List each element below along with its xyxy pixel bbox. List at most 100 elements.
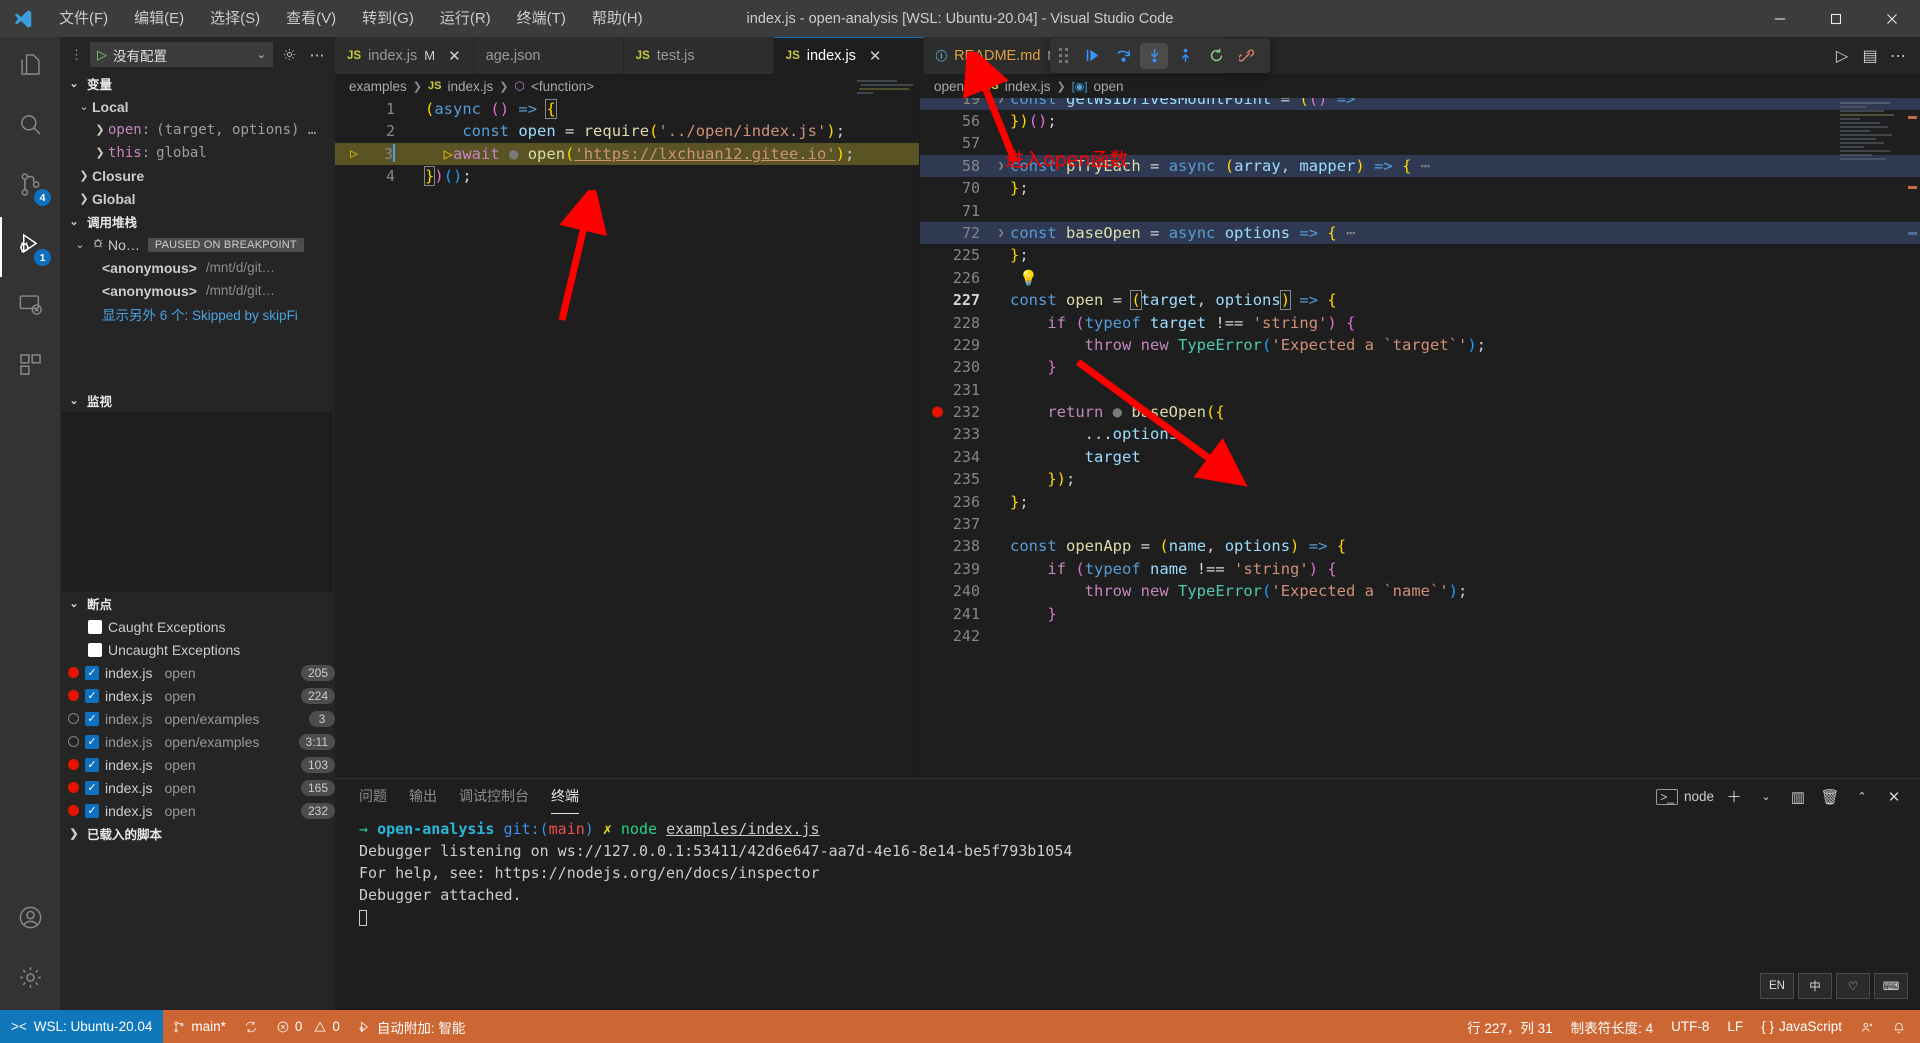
callstack-header[interactable]: ⌄ 调用堆栈 (60, 210, 335, 233)
variable-open[interactable]: ❯ open: (target, options) … (60, 118, 335, 141)
code-content-right[interactable]: 19 ❯ const getWsIDrivesMountPoint = (() … (920, 98, 1920, 778)
more-icon[interactable]: ⋯ (1886, 44, 1910, 68)
notifications-status[interactable] (1883, 1010, 1920, 1043)
close-button[interactable] (1864, 0, 1920, 37)
code-line[interactable]: 228 if (typeof target !== 'string') { (920, 312, 1920, 334)
tab-index-js-1[interactable]: JS index.js M ✕ (335, 37, 474, 74)
sync-status[interactable] (235, 1010, 267, 1043)
loaded-scripts-header[interactable]: ❯ 已载入的脚本 (60, 822, 335, 845)
breadcrumb-right[interactable]: open ❯ JS index.js ❯ [◉] open (920, 74, 1920, 98)
git-branch-status[interactable]: main* (163, 1010, 235, 1043)
code-line[interactable]: 229 throw new TypeError('Expected a `tar… (920, 334, 1920, 356)
code-line[interactable]: 71 (920, 200, 1920, 222)
code-line[interactable]: 1 (async () => { (335, 98, 919, 120)
callstack-session[interactable]: ⌄ No… PAUSED ON BREAKPOINT (60, 233, 335, 256)
code-line[interactable]: 226 💡 (920, 267, 1920, 289)
code-line[interactable]: 2 const open = require('../open/index.js… (335, 120, 919, 142)
launch-configuration-select[interactable]: ▷ 没有配置 ⌄ (90, 42, 273, 67)
code-line[interactable]: 241 } (920, 603, 1920, 625)
menu-help[interactable]: 帮助(H) (579, 0, 656, 37)
breadcrumb-file[interactable]: index.js (447, 79, 493, 94)
breakpoint-item[interactable]: ✓ index.js open 224 (60, 684, 335, 707)
menu-selection[interactable]: 选择(S) (197, 0, 273, 37)
ime-keyboard-button[interactable]: ⌨ (1874, 973, 1908, 999)
terminal-output[interactable]: → open-analysis git:(main) ✗ node exampl… (335, 814, 1920, 1010)
tab-package-json[interactable]: age.json (473, 37, 624, 74)
checkbox-icon[interactable]: ✓ (85, 780, 99, 795)
ime-chinese-button[interactable]: 中 (1798, 973, 1832, 999)
breadcrumb-symbol[interactable]: open (1093, 79, 1123, 94)
code-line[interactable]: 70 }; (920, 177, 1920, 199)
code-line[interactable]: 230 } (920, 356, 1920, 378)
code-line-breakpoint[interactable]: ▷ 3 ▷await ● open('https://lxchuan12.gite… (335, 142, 919, 166)
watch-body[interactable] (62, 412, 333, 592)
split-editor-icon[interactable]: ▤ (1858, 44, 1882, 68)
breakpoint-item[interactable]: ✓ index.js open 232 (60, 799, 335, 822)
cursor-position-status[interactable]: 行 227，列 31 (1458, 1010, 1562, 1043)
lightbulb-icon[interactable]: 💡 (1019, 269, 1038, 287)
breadcrumb-folder[interactable]: open (934, 79, 964, 94)
step-into-button[interactable] (1140, 42, 1168, 69)
maximize-button[interactable] (1808, 0, 1864, 37)
breakpoint-dot-icon[interactable] (932, 406, 943, 418)
breakpoint-item[interactable]: ✓ index.js open/examples 3 (60, 707, 335, 730)
code-line[interactable]: 56 })(); (920, 110, 1920, 132)
drag-handle-icon[interactable] (1059, 47, 1071, 64)
variables-scope-global[interactable]: ❯ Global (60, 187, 335, 210)
close-icon[interactable]: ✕ (869, 47, 882, 65)
problems-status[interactable]: 0 0 (267, 1010, 349, 1043)
breakpoints-header[interactable]: ⌄ 断点 (60, 592, 335, 615)
code-line[interactable]: 19 ❯ const getWsIDrivesMountPoint = (() … (920, 98, 1920, 110)
close-icon[interactable]: ✕ (448, 47, 461, 65)
indentation-status[interactable]: 制表符长度: 4 (1562, 1010, 1663, 1043)
fold-indicator[interactable]: ❯ (992, 98, 1010, 110)
editor-scrollbar-right[interactable] (1907, 74, 1919, 778)
breakpoint-uncaught-exceptions[interactable]: Uncaught Exceptions (60, 638, 335, 661)
variables-scope-closure[interactable]: ❯ Closure (60, 164, 335, 187)
variables-header[interactable]: ⌄ 变量 (60, 72, 335, 95)
close-icon[interactable]: ✕ (1882, 785, 1906, 809)
terminal-selector[interactable]: >_ node (1656, 788, 1714, 805)
code-line[interactable]: 238 const openApp = (name, options) => { (920, 535, 1920, 557)
code-content-left[interactable]: 1 (async () => { 2 const open = require(… (335, 98, 919, 778)
code-line-current[interactable]: 227 const open = (target, options) => { (920, 289, 1920, 311)
checkbox-icon[interactable]: ✓ (85, 665, 99, 680)
breakpoint-item[interactable]: ✓ index.js open 103 (60, 753, 335, 776)
disconnect-button[interactable] (1233, 43, 1261, 69)
debug-more-actions-button[interactable]: ⋯ (305, 43, 329, 67)
chevron-up-icon[interactable]: ⌃ (1850, 785, 1874, 809)
code-line[interactable]: 4 })(); (335, 165, 919, 187)
tab-test-js[interactable]: JS test.js (623, 37, 774, 74)
auto-attach-status[interactable]: 自动附加: 智能 (349, 1010, 475, 1043)
minimize-button[interactable] (1752, 0, 1808, 37)
code-line[interactable]: 231 (920, 379, 1920, 401)
code-line-breakpoint[interactable]: 232 return ● baseOpen({ (920, 401, 1920, 423)
eol-status[interactable]: LF (1718, 1010, 1752, 1043)
callstack-frame[interactable]: <anonymous> /mnt/d/git… (60, 279, 335, 302)
menu-run[interactable]: 运行(R) (427, 0, 504, 37)
checkbox-icon[interactable] (88, 619, 102, 634)
panel-tab-terminal[interactable]: 终端 (551, 780, 579, 814)
menu-terminal[interactable]: 终端(T) (504, 0, 579, 37)
run-icon[interactable]: ▷ (1830, 44, 1854, 68)
menu-go[interactable]: 转到(G) (349, 0, 427, 37)
activity-bar[interactable]: 4 1 (0, 37, 60, 1010)
callstack-frame[interactable]: <anonymous> /mnt/d/git… (60, 256, 335, 279)
breakpoint-item[interactable]: ✓ index.js open 165 (60, 776, 335, 799)
code-line[interactable]: 234 target (920, 446, 1920, 468)
step-out-button[interactable] (1171, 43, 1199, 69)
menu-edit[interactable]: 编辑(E) (121, 0, 197, 37)
panel-tab-debug-console[interactable]: 调试控制台 (459, 780, 529, 814)
activity-source-control[interactable]: 4 (0, 157, 60, 217)
checkbox-icon[interactable]: ✓ (85, 688, 99, 703)
continue-button[interactable] (1078, 43, 1106, 69)
activity-run-and-debug[interactable]: 1 (0, 217, 60, 277)
tab-index-js-active[interactable]: JS index.js ✕ (773, 37, 924, 74)
breadcrumb-file[interactable]: index.js (1005, 79, 1051, 94)
ime-favorite-button[interactable]: ♡ (1836, 973, 1870, 999)
code-line[interactable]: 242 (920, 625, 1920, 647)
code-line[interactable]: 237 (920, 513, 1920, 535)
activity-remote-explorer[interactable] (0, 277, 60, 337)
code-line[interactable]: 72 ❯ const baseOpen = async options => {… (920, 221, 1920, 245)
chevron-down-icon[interactable]: ⌄ (1754, 785, 1778, 809)
